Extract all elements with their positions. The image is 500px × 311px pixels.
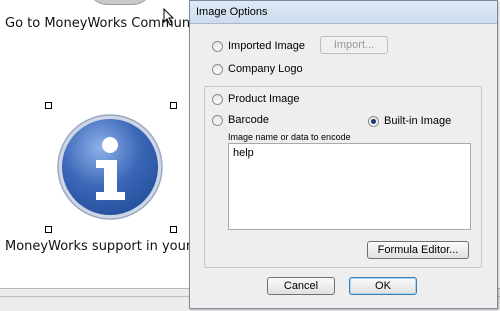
selection-handle-bottom-right[interactable]	[170, 226, 177, 233]
radio-company-logo-circle[interactable]	[212, 63, 223, 75]
support-caption: MoneyWorks support in your co	[5, 239, 211, 254]
radio-product-image-label: Product Image	[228, 93, 300, 105]
radio-builtin-image[interactable]: Built-in Image	[368, 115, 451, 127]
radio-builtin-image-circle[interactable]	[368, 115, 379, 127]
community-icon[interactable]	[88, 0, 152, 5]
dialog-title: Image Options	[196, 6, 268, 18]
radio-imported-image[interactable]: Imported Image	[212, 40, 305, 52]
community-link[interactable]: Go to MoneyWorks Community	[5, 16, 207, 31]
radio-barcode-circle[interactable]	[212, 114, 223, 126]
radio-product-image-circle[interactable]	[212, 93, 223, 105]
radio-product-image[interactable]: Product Image	[212, 93, 300, 105]
dialog-titlebar[interactable]: Image Options	[190, 1, 497, 24]
radio-imported-image-label: Imported Image	[228, 40, 306, 52]
radio-barcode-label: Barcode	[228, 114, 269, 126]
cancel-button[interactable]: Cancel	[267, 277, 335, 295]
formula-editor-button[interactable]: Formula Editor...	[367, 241, 469, 259]
mouse-cursor-icon	[163, 8, 175, 26]
import-button[interactable]: Import...	[320, 36, 388, 54]
radio-imported-image-circle[interactable]	[212, 40, 223, 52]
info-icon[interactable]	[55, 112, 165, 222]
selection-handle-bottom-left[interactable]	[45, 226, 52, 233]
radio-company-logo[interactable]: Company Logo	[212, 63, 303, 75]
ok-button[interactable]: OK	[349, 277, 417, 295]
radio-builtin-image-label: Built-in Image	[384, 115, 452, 127]
selection-handle-top-right[interactable]	[170, 102, 177, 109]
selection-handle-top-left[interactable]	[45, 102, 52, 109]
encode-textarea[interactable]: help	[228, 143, 471, 230]
encode-label: Image name or data to encode	[228, 132, 351, 142]
radio-barcode[interactable]: Barcode	[212, 114, 269, 126]
radio-company-logo-label: Company Logo	[228, 63, 303, 75]
